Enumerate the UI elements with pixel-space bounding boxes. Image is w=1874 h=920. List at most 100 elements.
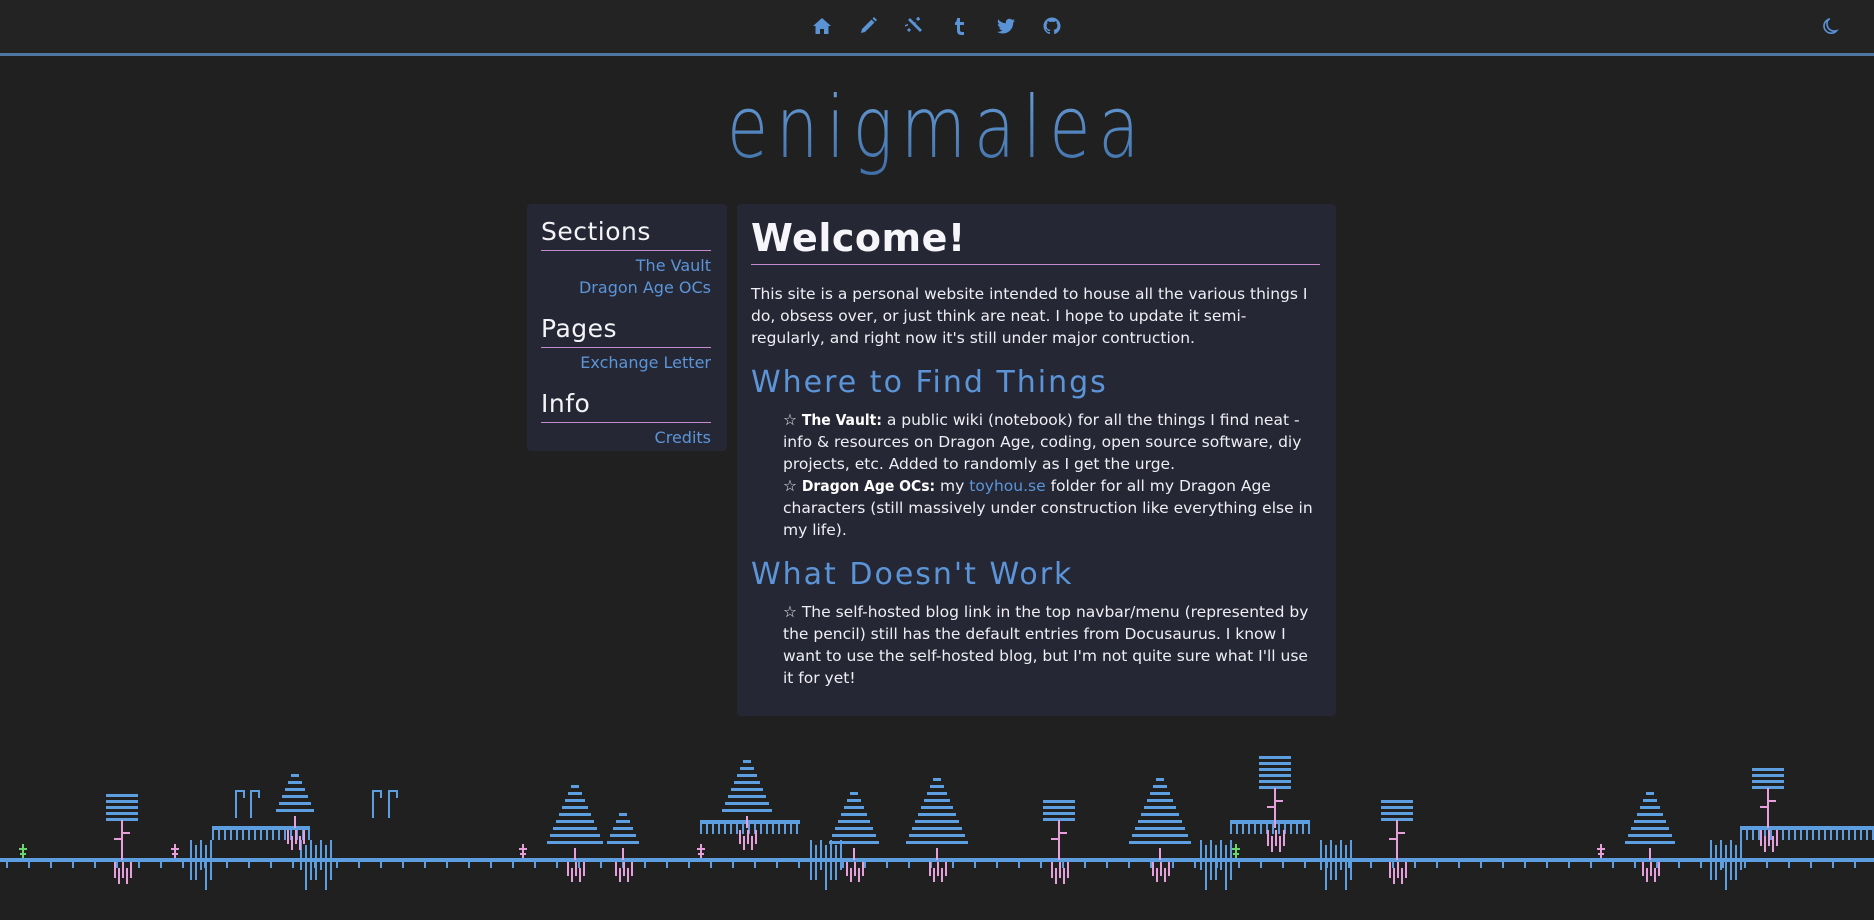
- platform-drip: [308, 830, 310, 840]
- tree-root: [1067, 862, 1069, 878]
- home-icon[interactable]: [808, 12, 836, 40]
- ground-tick: [1172, 862, 1174, 868]
- vine-stem: [250, 790, 252, 818]
- tree-root: [1654, 868, 1656, 882]
- ground-tick: [886, 862, 888, 868]
- tree-branch: [740, 767, 754, 770]
- pencil-icon[interactable]: [854, 12, 882, 40]
- sidebar-link-credits[interactable]: Credits: [541, 427, 711, 449]
- ground-tick: [424, 862, 426, 868]
- ground-tick: [996, 862, 998, 868]
- ground-tick: [776, 862, 778, 868]
- tree-limb: [1276, 800, 1283, 802]
- platform-drip: [1302, 824, 1304, 834]
- tree-root: [1168, 862, 1170, 876]
- tree-limb: [123, 832, 130, 834]
- tree-branch: [1153, 785, 1167, 788]
- tree-root: [854, 862, 856, 876]
- list-item-blog-link: ☆ The self-hosted blog link in the top n…: [783, 601, 1320, 689]
- ground-tick: [72, 862, 74, 868]
- cliff-drip: [810, 840, 812, 880]
- sprout-leaf: [519, 848, 527, 850]
- tree-trunk: [936, 848, 938, 860]
- platform-drip: [1770, 830, 1772, 840]
- platform-drip: [1788, 830, 1790, 840]
- github-icon[interactable]: [1038, 12, 1066, 40]
- tree-root: [945, 862, 947, 876]
- page-title: Welcome!: [751, 214, 1320, 265]
- sidebar-info-list: Credits: [541, 427, 711, 449]
- ground-tick: [1348, 862, 1350, 868]
- platform-drip: [1242, 824, 1244, 834]
- ground-tick: [754, 862, 756, 868]
- platform-drip: [700, 824, 702, 834]
- sidebar-link-the-vault[interactable]: The Vault: [541, 255, 711, 277]
- tree-root: [1267, 830, 1269, 846]
- sprout-leaf: [19, 848, 27, 850]
- ground-tick: [248, 862, 250, 868]
- vine-stem: [388, 790, 390, 818]
- platform-drip: [1824, 830, 1826, 840]
- sidebar-link-exchange-letter[interactable]: Exchange Letter: [541, 352, 711, 374]
- tree-branch: [565, 799, 585, 802]
- tree-root: [862, 862, 864, 876]
- platform-drip: [236, 830, 238, 840]
- ground-tick: [952, 862, 954, 868]
- toyhouse-link[interactable]: toyhou.se: [969, 477, 1045, 495]
- tree-root: [1776, 830, 1778, 846]
- platform-drip: [1794, 830, 1796, 840]
- ground-tick: [1436, 862, 1438, 868]
- tree-branch: [1156, 778, 1164, 781]
- ground-tick: [1084, 862, 1086, 868]
- tree-limb: [1051, 838, 1058, 840]
- broken-link-icon[interactable]: [900, 12, 928, 40]
- tree-trunk: [121, 820, 123, 860]
- tree-branch: [571, 785, 579, 788]
- tree-branch: [1646, 792, 1654, 795]
- cliff-drip: [330, 840, 332, 880]
- ground-tick: [226, 862, 228, 868]
- tree-canopy: [1752, 774, 1784, 777]
- vine-hook: [396, 790, 398, 798]
- tree-branch: [610, 834, 636, 837]
- tree-trunk: [1274, 788, 1276, 828]
- tree-branch: [734, 781, 760, 784]
- ground-tick: [1722, 862, 1724, 868]
- platform-drip: [1740, 830, 1742, 840]
- ground-tick: [732, 862, 734, 868]
- tree-canopy: [1043, 812, 1075, 815]
- tree-root: [1772, 836, 1774, 852]
- ground-tick: [974, 862, 976, 868]
- tree-canopy: [1043, 806, 1075, 809]
- ground-tick: [138, 862, 140, 868]
- tree-branch: [924, 799, 950, 802]
- tree-root: [623, 862, 625, 876]
- twitter-icon[interactable]: [992, 12, 1020, 40]
- ground-tick: [1634, 862, 1636, 868]
- tree-limb: [1760, 806, 1767, 808]
- sidebar-link-dragon-age-ocs[interactable]: Dragon Age OCs: [541, 277, 711, 299]
- tree-branch: [616, 820, 630, 823]
- cliff-drip: [1200, 840, 1202, 870]
- tree-root: [122, 862, 124, 878]
- platform-drip: [1230, 824, 1232, 834]
- ground-tick: [1150, 862, 1152, 868]
- platform-drip: [272, 830, 274, 840]
- tree-branch: [1634, 820, 1666, 823]
- theme-toggle-button[interactable]: [1818, 12, 1846, 40]
- tree-branch: [835, 827, 873, 830]
- platform-drip: [1866, 830, 1868, 840]
- vine-hook: [250, 790, 258, 792]
- cliff-drip: [1725, 845, 1727, 890]
- tree-branch: [731, 788, 763, 791]
- platform-drip: [1812, 830, 1814, 840]
- tree-root: [937, 862, 939, 876]
- tree-branch: [850, 792, 858, 795]
- tree-root: [1646, 868, 1648, 882]
- tree-trunk: [294, 816, 296, 828]
- tumblr-icon[interactable]: [946, 12, 974, 40]
- cliff-drip: [1740, 840, 1742, 870]
- tree-canopy: [1752, 780, 1784, 783]
- ground-tick: [534, 862, 536, 868]
- ground-tick: [1018, 862, 1020, 868]
